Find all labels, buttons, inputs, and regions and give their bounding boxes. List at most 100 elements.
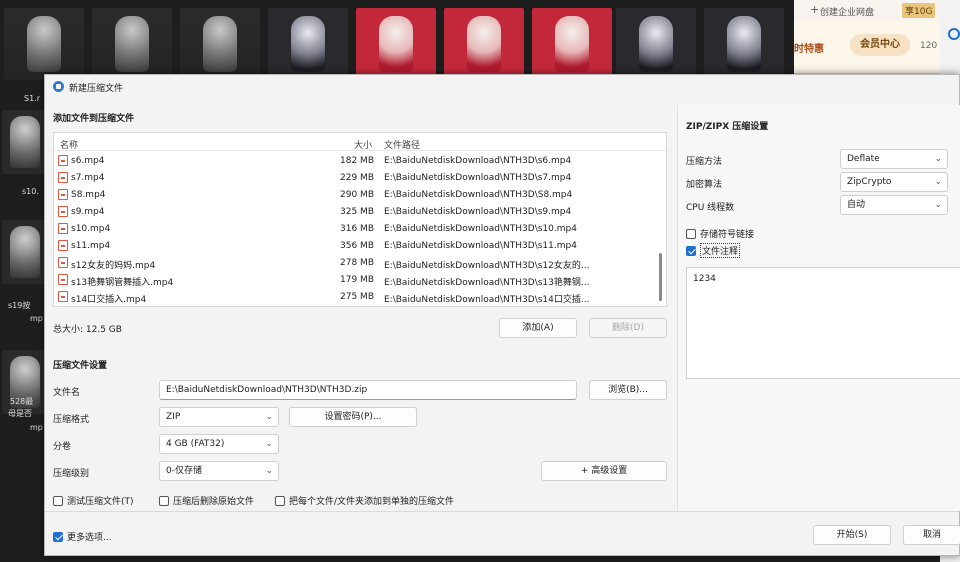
test-archive-checkbox[interactable]: 测试压缩文件(T): [53, 494, 134, 507]
video-file-icon: [58, 172, 68, 183]
comment-textarea[interactable]: 1234: [686, 267, 960, 379]
video-thumbnail[interactable]: [92, 8, 172, 80]
file-comment-checkbox[interactable]: 文件注释: [686, 243, 741, 258]
archive-app-icon: [53, 81, 64, 92]
split-select[interactable]: 4 GB (FAT32) ⌄: [159, 434, 279, 454]
separate-archives-checkbox[interactable]: 把每个文件/文件夹添加到单独的压缩文件: [275, 494, 454, 507]
format-value: ZIP: [166, 412, 181, 422]
file-path: E:\BaiduNetdiskDownload\NTH3D\s11.mp4: [384, 241, 577, 251]
file-row[interactable]: s9.mp4 325 MB E:\BaiduNetdiskDownload\NTH3…: [54, 203, 654, 220]
checkbox-box[interactable]: [53, 495, 63, 506]
video-thumbnail[interactable]: [704, 8, 784, 80]
set-password-button[interactable]: 设置密码(P)...: [289, 407, 417, 427]
side-label: mp: [30, 423, 43, 432]
video-thumbnail[interactable]: [268, 8, 348, 80]
encrypt-label: 加密算法: [686, 180, 723, 190]
split-value: 4 GB (FAT32): [166, 439, 225, 449]
level-select[interactable]: 0-仅存储 ⌄: [159, 461, 279, 481]
file-name: s11.mp4: [71, 241, 111, 251]
thumbnail-image: [27, 16, 61, 72]
filename-label: 文件名: [53, 388, 81, 398]
footer-divider: [45, 511, 959, 512]
create-enterprise-link[interactable]: 创建企业网盘: [820, 5, 874, 18]
delete-source-checkbox[interactable]: 压缩后删除原始文件: [159, 494, 254, 507]
file-name: s6.mp4: [71, 156, 105, 166]
file-row[interactable]: S8.mp4 290 MB E:\BaiduNetdiskDownload\NTH3…: [54, 186, 654, 203]
file-size: 275 MB: [340, 292, 374, 302]
new-archive-dialog: 新建压缩文件 添加文件到压缩文件 名称 大小 文件路径 s6.mp4 182 MB…: [44, 74, 960, 556]
checkbox-label: 测试压缩文件(T): [67, 497, 134, 507]
threads-label: CPU 线程数: [686, 203, 735, 213]
video-file-icon: [58, 274, 68, 285]
add-button[interactable]: 添加(A): [499, 318, 577, 338]
file-row[interactable]: s13艳舞钢管舞插入.mp4 179 MB E:\BaiduNetdiskDownl…: [54, 271, 654, 288]
side-label: 528最: [10, 397, 34, 406]
dialog-title: 新建压缩文件: [69, 84, 124, 94]
file-path: E:\BaiduNetdiskDownload\NTH3D\S8.mp4: [384, 190, 573, 200]
format-select[interactable]: ZIP ⌄: [159, 407, 279, 427]
thumbnail-image: [467, 16, 501, 72]
method-label: 压缩方法: [686, 157, 723, 167]
checkbox-box[interactable]: [53, 531, 63, 542]
delete-button[interactable]: 删除(D): [589, 318, 667, 338]
file-row[interactable]: s12女友的妈妈.mp4 278 MB E:\BaiduNetdiskDownloa…: [54, 254, 654, 271]
scroll-thumb[interactable]: [659, 253, 662, 301]
checkbox-box[interactable]: [159, 495, 169, 506]
video-thumbnail[interactable]: [444, 8, 524, 80]
video-file-icon: [58, 189, 68, 200]
threads-select[interactable]: 自动 ⌄: [840, 195, 948, 215]
checkbox-box[interactable]: [275, 495, 285, 506]
more-options-checkbox[interactable]: 更多选项...: [53, 530, 112, 543]
file-name: s9.mp4: [71, 207, 105, 217]
chevron-down-icon: ⌄: [265, 439, 273, 449]
file-name: s10.mp4: [71, 224, 111, 234]
vip-center-button[interactable]: 会员中心: [850, 34, 910, 56]
video-thumbnail[interactable]: [180, 8, 260, 80]
thumbnail-image: [379, 16, 413, 72]
store-symlinks-checkbox[interactable]: 存储符号链接: [686, 227, 754, 240]
column-header-size[interactable]: 大小: [354, 138, 372, 151]
promo-text[interactable]: 时特惠: [794, 40, 824, 55]
file-row[interactable]: s6.mp4 182 MB E:\BaiduNetdiskDownload\NTH3…: [54, 152, 654, 169]
threads-value: 自动: [847, 200, 866, 210]
netdisk-topbar: + 创建企业网盘 享10G 时特惠 会员中心 120: [794, 0, 940, 74]
list-header: 名称 大小 文件路径: [54, 133, 666, 151]
format-label: 压缩格式: [53, 415, 90, 425]
plus-icon: +: [810, 3, 820, 16]
cancel-button[interactable]: 取消: [903, 525, 960, 545]
file-row[interactable]: s14口交插入.mp4 275 MB E:\BaiduNetdiskDownload…: [54, 288, 654, 305]
dialog-titlebar[interactable]: 新建压缩文件: [45, 75, 959, 97]
archive-settings-title: 压缩文件设置: [53, 361, 108, 371]
file-size: 278 MB: [340, 258, 374, 268]
method-select[interactable]: Deflate ⌄: [840, 149, 948, 169]
browse-button[interactable]: 浏览(B)...: [589, 380, 667, 400]
checkbox-box[interactable]: [686, 228, 696, 239]
scrollbar[interactable]: [658, 153, 663, 303]
encrypt-select[interactable]: ZipCrypto ⌄: [840, 172, 948, 192]
video-thumbnail[interactable]: [532, 8, 612, 80]
file-row[interactable]: s10.mp4 316 MB E:\BaiduNetdiskDownload\NTH…: [54, 220, 654, 237]
side-label: mp: [30, 314, 43, 323]
checkbox-label: 压缩后删除原始文件: [173, 497, 255, 507]
side-thumbnail[interactable]: [2, 220, 48, 284]
thumbnail-image: [555, 16, 589, 72]
checkbox-box[interactable]: [686, 245, 696, 256]
video-thumbnail[interactable]: [356, 8, 436, 80]
file-row[interactable]: s11.mp4 356 MB E:\BaiduNetdiskDownload\NTH…: [54, 237, 654, 254]
filename-input[interactable]: E:\BaiduNetdiskDownload\NTH3D\NTH3D.zip: [159, 380, 577, 400]
thumbnail-image: [727, 16, 761, 72]
quota-badge[interactable]: 享10G: [902, 3, 936, 18]
advanced-settings-button[interactable]: + 高级设置: [541, 461, 667, 481]
start-button[interactable]: 开始(S): [813, 525, 891, 545]
file-path: E:\BaiduNetdiskDownload\NTH3D\s14口交插...: [384, 295, 590, 305]
file-row[interactable]: s7.mp4 229 MB E:\BaiduNetdiskDownload\NTH3…: [54, 169, 654, 186]
toggle-icon[interactable]: [948, 28, 960, 40]
checkbox-label: 文件注释: [700, 243, 741, 258]
side-label: s19按: [8, 301, 31, 310]
side-thumbnail[interactable]: [2, 110, 48, 174]
column-header-name[interactable]: 名称: [60, 138, 78, 151]
video-thumbnail[interactable]: [4, 8, 84, 80]
column-header-path[interactable]: 文件路径: [384, 138, 420, 151]
video-thumbnail[interactable]: [616, 8, 696, 80]
file-list[interactable]: 名称 大小 文件路径 s6.mp4 182 MB E:\BaiduNetdiskDo…: [53, 132, 667, 307]
